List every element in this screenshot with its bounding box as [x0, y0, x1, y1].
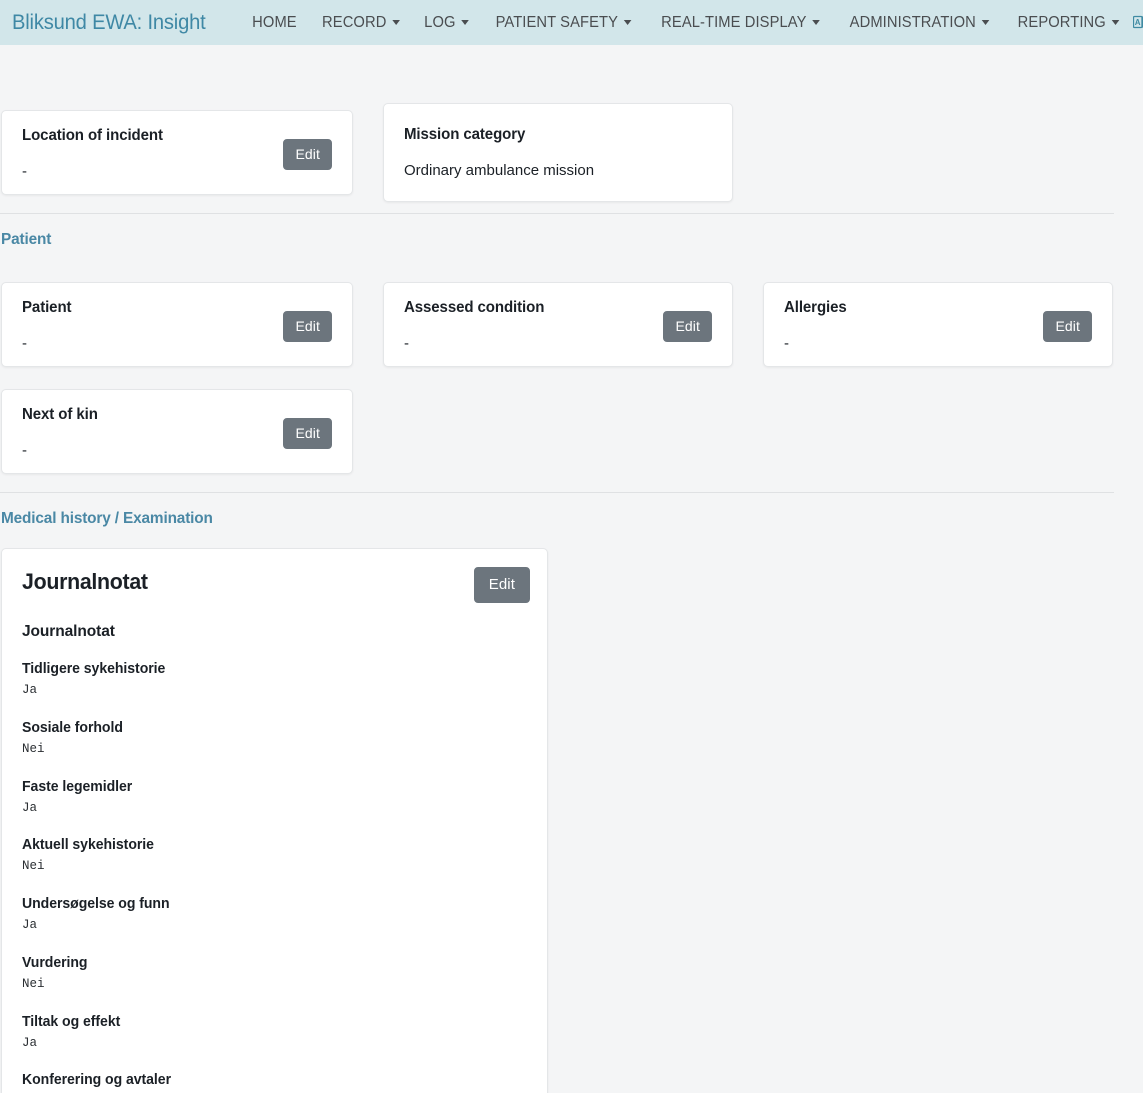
language-icon[interactable]: A ★ — [1132, 15, 1143, 31]
journal-field-label: Vurdering — [22, 954, 88, 971]
journal-field-value: Ja — [22, 918, 38, 932]
journal-field-label: Faste legemidler — [22, 778, 133, 795]
nav-item-patient-safety[interactable]: PATIENT SAFETY — [485, 8, 642, 38]
page-content: Location of incident - Edit Mission cate… — [0, 45, 1143, 1093]
card-allergies: Allergies - Edit — [763, 282, 1113, 367]
chevron-down-icon — [391, 20, 400, 25]
journal-field-label: Tidligere sykehistorie — [22, 661, 166, 677]
journal-field-value: Ja — [22, 1035, 38, 1050]
nav-item-home[interactable]: HOME — [241, 8, 306, 38]
card-title: Allergies — [784, 299, 847, 316]
card-title: Mission category — [404, 126, 526, 143]
card-title: Location of incident — [22, 127, 163, 144]
nav-label: REPORTING — [1017, 13, 1106, 31]
journal-field-label: Aktuell sykehistorie — [22, 837, 154, 854]
chevron-down-icon — [461, 20, 470, 25]
journal-field-value: Nei — [22, 741, 45, 756]
card-journalnotat: Journalnotat Journalnotat Tidligere syke… — [1, 548, 548, 1093]
nav-label: ADMINISTRATION — [849, 13, 977, 31]
card-next-of-kin: Next of kin - Edit — [1, 389, 353, 474]
nav-item-reporting[interactable]: REPORTING — [1007, 8, 1129, 38]
svg-text:A: A — [1135, 18, 1141, 27]
nav-item-administration[interactable]: ADMINISTRATION — [839, 8, 999, 38]
journal-field-label: Sosiale forhold — [22, 719, 123, 736]
nav-item-record[interactable]: RECORD — [311, 8, 410, 38]
journal-field: Tiltak og effekt Ja — [22, 1014, 525, 1051]
chevron-down-icon — [812, 20, 821, 25]
nav-item-log[interactable]: LOG — [414, 8, 480, 38]
journalnotat-title: Journalnotat — [22, 569, 148, 594]
journal-field: Sosiale forhold Nei — [22, 720, 525, 757]
journal-field: Vurdering Nei — [22, 955, 525, 992]
card-value: Ordinary ambulance mission — [404, 162, 595, 179]
journal-field-label: Undersøgelse og funn — [22, 896, 170, 912]
edit-assessed-condition-button[interactable]: Edit — [663, 311, 712, 342]
nav-label: PATIENT SAFETY — [495, 13, 619, 31]
edit-journalnotat-button[interactable]: Edit — [473, 567, 530, 603]
card-assessed-condition: Assessed condition - Edit — [383, 282, 733, 367]
journal-field: Faste legemidler Ja — [22, 779, 525, 816]
app-brand[interactable]: Bliksund EWA: Insight — [12, 11, 206, 35]
nav-label: LOG — [424, 13, 456, 31]
nav-label: HOME — [251, 13, 297, 31]
card-location-of-incident: Location of incident - Edit — [1, 110, 353, 195]
journal-field-value: Ja — [22, 800, 38, 815]
edit-allergies-button[interactable]: Edit — [1043, 311, 1092, 342]
card-patient: Patient - Edit — [1, 282, 353, 367]
chevron-down-icon — [1111, 20, 1120, 25]
journal-field: Tidligere sykehistorie Ja — [22, 661, 525, 698]
card-title: Patient — [22, 299, 72, 316]
nav-label: RECORD — [321, 13, 386, 31]
journal-field: Undersøgelse og funn Ja — [22, 896, 525, 933]
journal-field: Konferering og avtaler Nei — [22, 1072, 525, 1093]
journal-field-label: Konferering og avtaler — [22, 1072, 172, 1089]
chevron-down-icon — [624, 20, 632, 25]
section-divider — [0, 213, 1114, 214]
main-nav: HOME RECORD LOG PATIENT SAFETY REAL-TIME… — [240, 8, 1133, 38]
edit-location-of-incident-button[interactable]: Edit — [283, 139, 332, 170]
edit-next-of-kin-button[interactable]: Edit — [283, 418, 332, 449]
chevron-down-icon — [981, 20, 990, 25]
top-navbar: Bliksund EWA: Insight HOME RECORD LOG PA… — [0, 0, 1143, 45]
section-header-medical-history: Medical history / Examination — [1, 510, 213, 527]
journal-field-value: Nei — [22, 859, 45, 874]
journal-field-label: Tiltak og effekt — [22, 1013, 121, 1030]
card-title: Next of kin — [22, 406, 98, 423]
edit-patient-button[interactable]: Edit — [283, 311, 332, 342]
nav-label: REAL-TIME DISPLAY — [661, 13, 807, 31]
section-header-patient: Patient — [1, 231, 52, 248]
card-mission-category: Mission category Ordinary ambulance miss… — [383, 103, 733, 202]
card-title: Assessed condition — [404, 299, 545, 316]
section-divider — [0, 492, 1114, 493]
nav-item-real-time-display[interactable]: REAL-TIME DISPLAY — [651, 8, 831, 38]
navbar-actions: A ★ — [1132, 14, 1143, 32]
journal-field-value: Ja — [22, 683, 38, 697]
journalnotat-subtitle: Journalnotat — [22, 623, 115, 640]
journalnotat-fields: Tidligere sykehistorie Ja Sosiale forhol… — [22, 661, 525, 1093]
journal-field: Aktuell sykehistorie Nei — [22, 837, 525, 874]
journal-field-value: Nei — [22, 976, 45, 991]
